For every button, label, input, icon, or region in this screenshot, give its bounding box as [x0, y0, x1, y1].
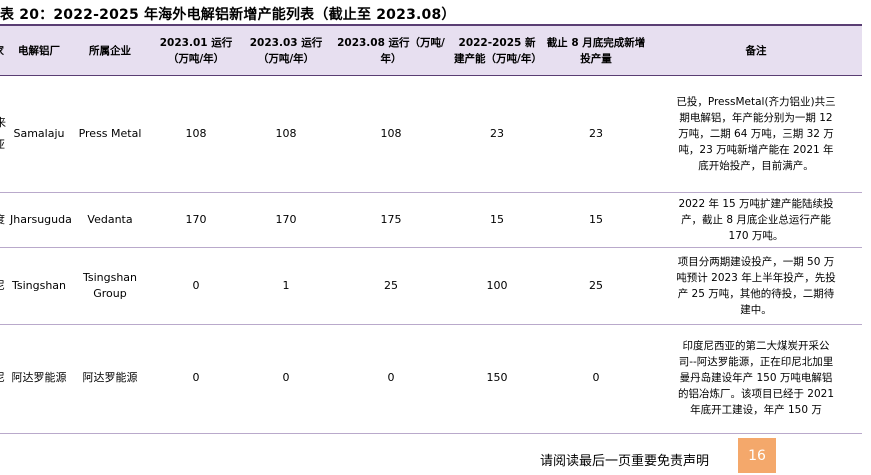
note-text: 2022 年 15 万吨扩建产能陆续投产，截止 8 月底企业总运行产能 170 …	[678, 198, 834, 242]
country-cell: 来亚	[0, 75, 8, 193]
company-cell: Vedanta	[70, 192, 150, 248]
aug-done-cell: 0	[592, 371, 600, 384]
header-company: 所属企业	[70, 26, 150, 76]
note-text: 印度尼西亚的第二大煤炭开采公司--阿达罗能源，正在印尼北加里曼丹岛建设年产 15…	[677, 340, 835, 416]
header-row: 家 电解铝厂 所属企业 2023.01 运行（万吨/年） 2023.03 运行（…	[0, 26, 862, 76]
new-capacity-cell: 15	[452, 192, 542, 248]
jan-cell: 0	[150, 247, 242, 325]
jan-cell: 0	[192, 371, 200, 384]
table-row: 尼 Tsingshan Tsingshan Group 0 1 25 100 2…	[0, 247, 862, 325]
plant-cell: Jharsuguda	[8, 192, 72, 248]
mar-cell: 0	[282, 371, 290, 384]
company-cell: 阿达罗能源	[82, 371, 138, 384]
footer-rule	[0, 433, 862, 434]
note-cell: 已投，PressMetal(齐力铝业)共三期电解铝，年产能分别为一期 12 万吨…	[650, 75, 862, 193]
plant-cell: Tsingshan	[8, 247, 70, 325]
note-cell: 项目分两期建设投产，一期 50 万吨预计 2023 年上半年投产，先投产 25 …	[650, 247, 862, 325]
plant-cell: Samalaju	[8, 75, 70, 193]
country-cell: 尼	[0, 325, 8, 432]
country-cell: 尼	[0, 247, 8, 325]
mar-cell: 108	[242, 75, 330, 193]
capacity-table: 家 电解铝厂 所属企业 2023.01 运行（万吨/年） 2023.03 运行（…	[0, 26, 862, 431]
table-row: 度 Jharsuguda Vedanta 170 170 175 15 15 2…	[0, 192, 862, 248]
company-cell: Press Metal	[70, 75, 150, 193]
note-text: 项目分两期建设投产，一期 50 万吨预计 2023 年上半年投产，先投产 25 …	[676, 256, 836, 316]
mar-cell: 1	[242, 247, 330, 325]
note-cell: 2022 年 15 万吨扩建产能陆续投产，截止 8 月底企业总运行产能 170 …	[650, 192, 862, 248]
aug-cell: 175	[330, 192, 452, 248]
note-text: 已投，PressMetal(齐力铝业)共三期电解铝，年产能分别为一期 12 万吨…	[676, 96, 836, 172]
aug-cell: 108	[330, 75, 452, 193]
aug-done-cell: 23	[542, 75, 650, 193]
new-capacity-cell: 150	[486, 371, 508, 384]
header-new-capacity: 2022-2025 新建产能（万吨/年）	[452, 26, 542, 76]
jan-cell: 108	[150, 75, 242, 193]
aug-cell: 0	[387, 371, 395, 384]
table-title: 表 20：2022-2025 年海外电解铝新增产能列表（截止至 2023.08）	[0, 7, 456, 23]
header-mar: 2023.03 运行（万吨/年）	[242, 26, 330, 76]
header-note: 备注	[650, 26, 862, 76]
table-row: 尼 阿达罗能源 阿达罗能源 0 0 0 150 0 印度尼西亚的第二大煤炭开采公…	[0, 325, 862, 432]
aug-done-cell: 25	[542, 247, 650, 325]
page-number: 16	[738, 438, 776, 473]
mar-cell: 170	[242, 192, 330, 248]
header-aug: 2023.08 运行（万吨/年）	[330, 26, 452, 76]
header-jan: 2023.01 运行（万吨/年）	[150, 26, 242, 76]
aug-done-cell: 15	[542, 192, 650, 248]
aug-cell: 25	[330, 247, 452, 325]
new-capacity-cell: 23	[452, 75, 542, 193]
header-country: 家	[0, 26, 8, 76]
header-plant: 电解铝厂	[8, 26, 70, 76]
document-page: 表 20：2022-2025 年海外电解铝新增产能列表（截止至 2023.08）…	[0, 0, 871, 432]
new-capacity-cell: 100	[452, 247, 542, 325]
header-aug-done: 截止 8 月底完成新增投产量	[542, 26, 650, 76]
table-row: 来亚 Samalaju Press Metal 108 108 108 23 2…	[0, 75, 862, 193]
disclaimer-text: 请阅读最后一页重要免责声明	[540, 454, 710, 469]
jan-cell: 170	[150, 192, 242, 248]
note-cell: 印度尼西亚的第二大煤炭开采公司--阿达罗能源，正在印尼北加里曼丹岛建设年产 15…	[650, 325, 862, 432]
country-cell: 度	[0, 192, 8, 248]
company-cell: Tsingshan Group	[70, 247, 150, 325]
plant-cell: 阿达罗能源	[11, 371, 67, 384]
